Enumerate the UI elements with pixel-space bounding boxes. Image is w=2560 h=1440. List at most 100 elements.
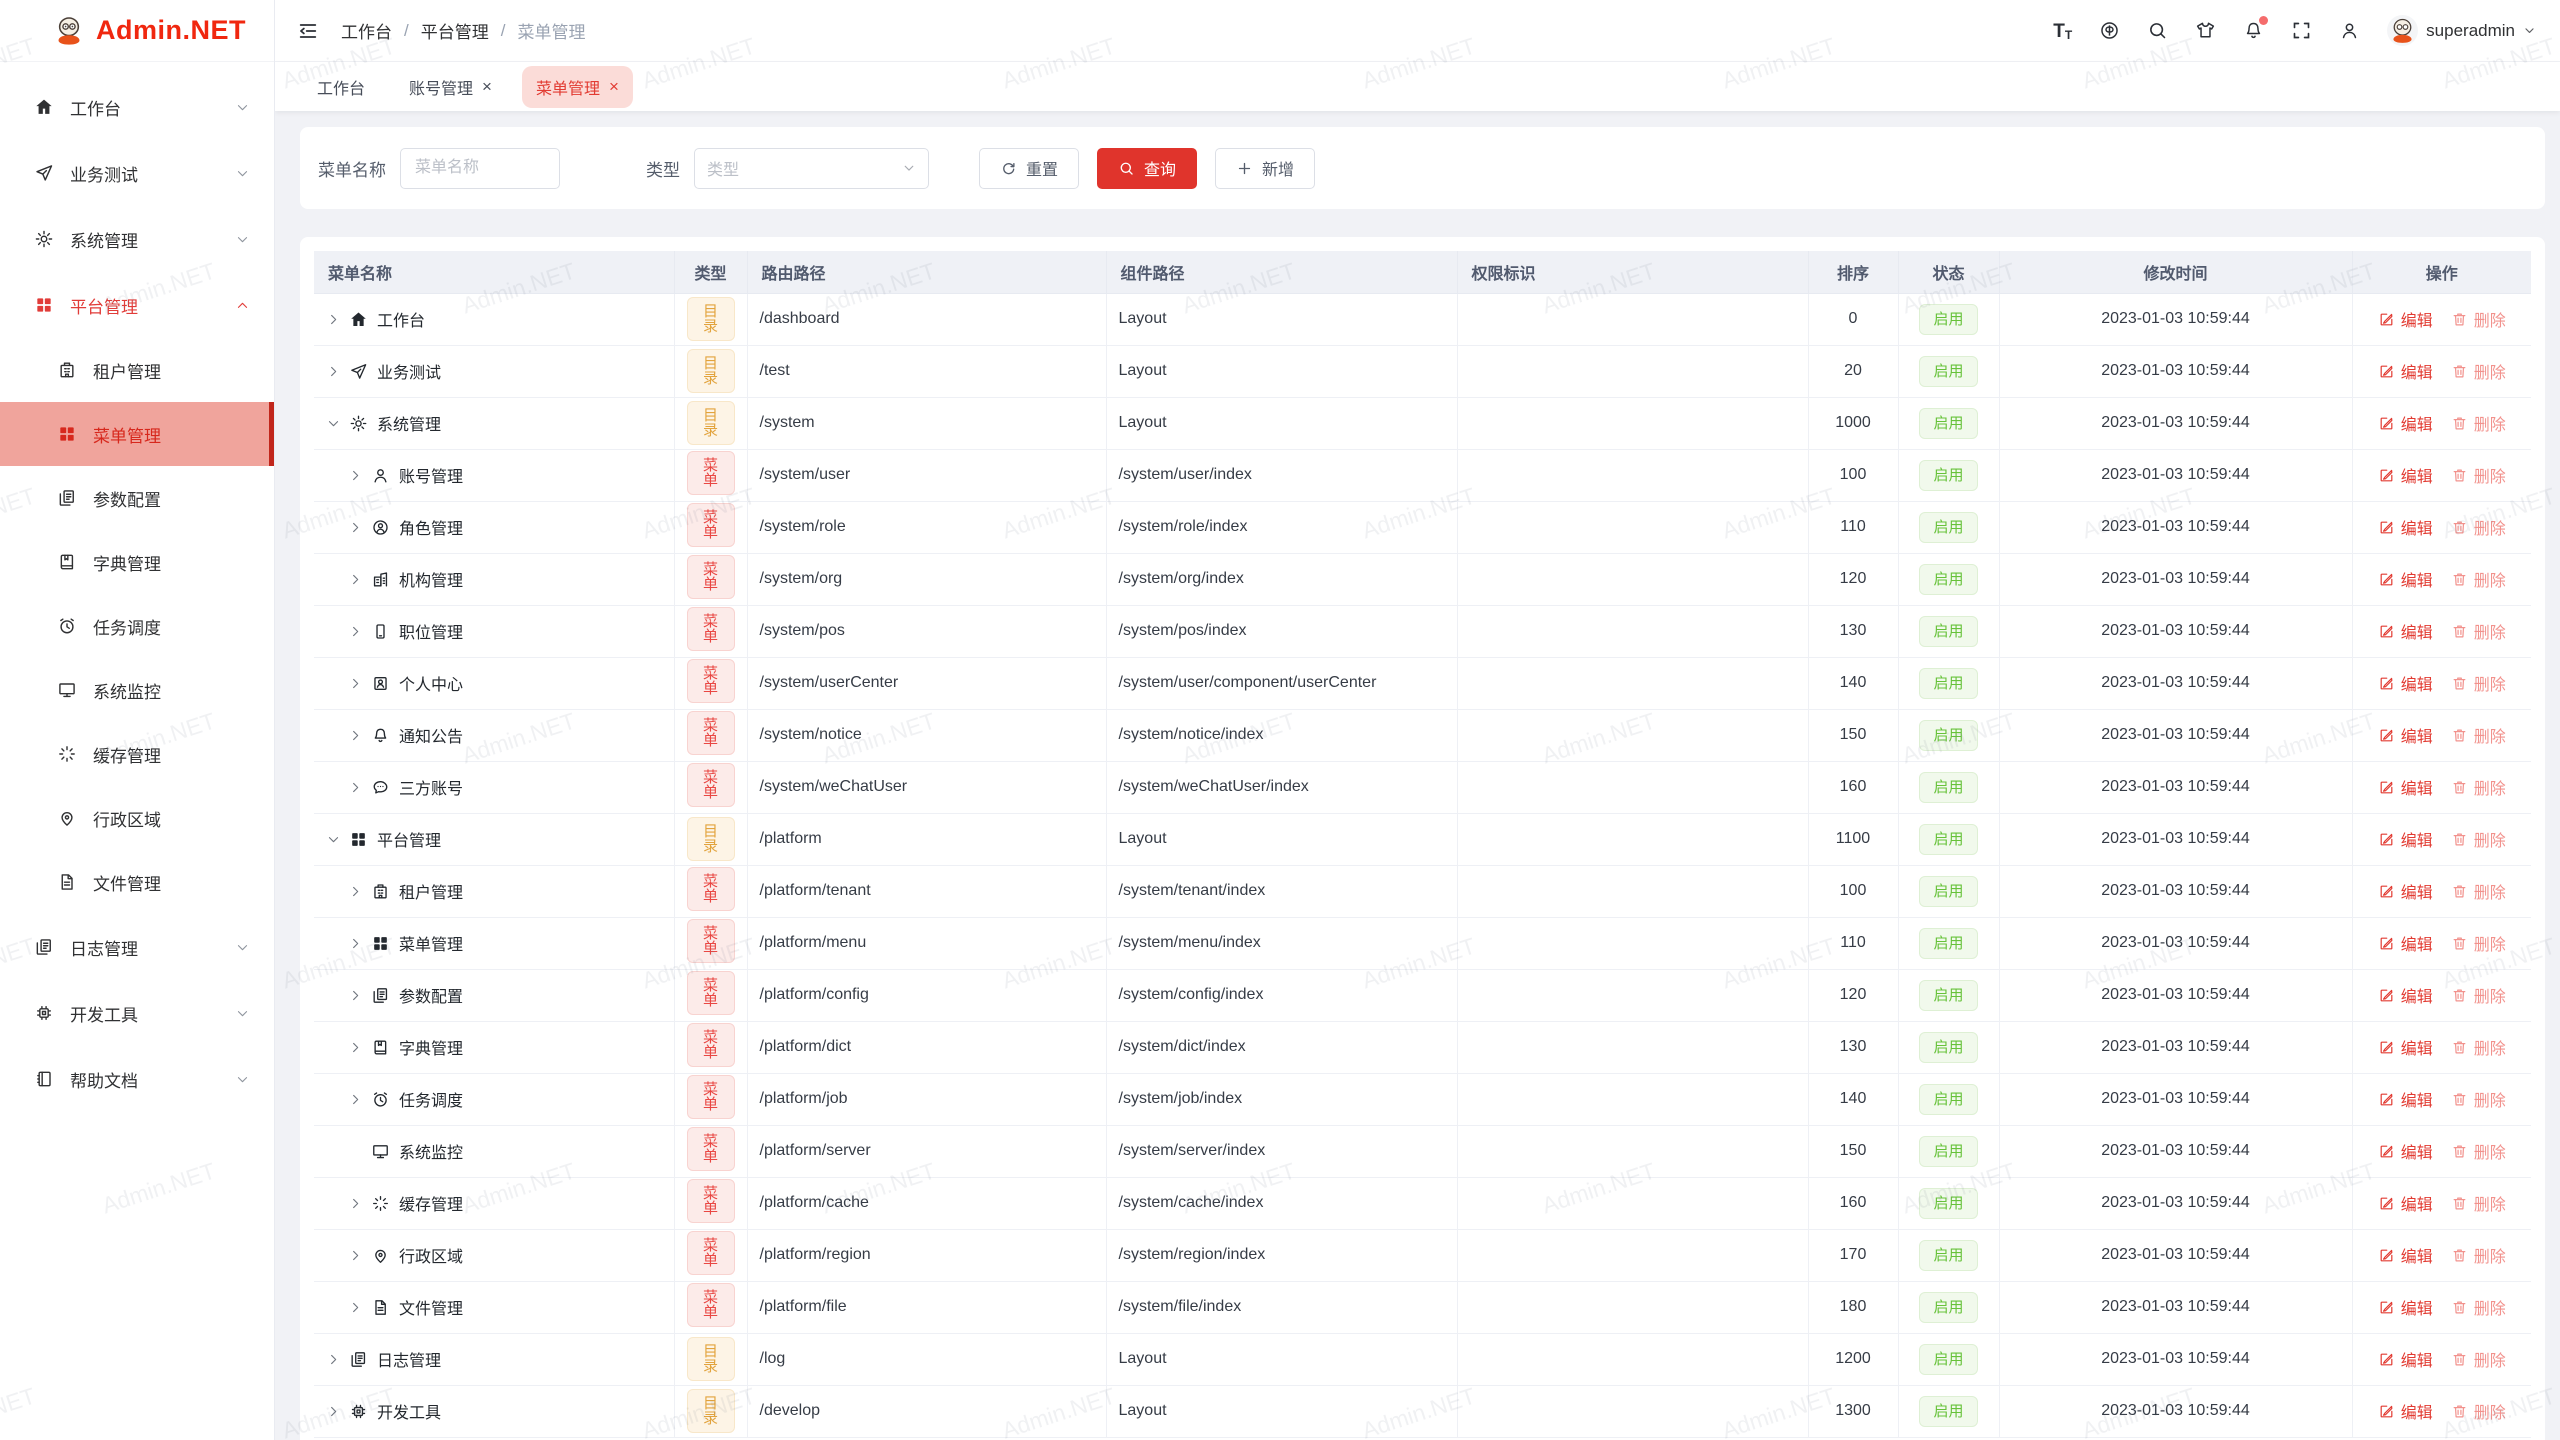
user-menu[interactable]: superadmin xyxy=(2387,15,2536,46)
delete-button[interactable]: 删除 xyxy=(2451,1347,2506,1371)
edit-button[interactable]: 编辑 xyxy=(2378,1139,2433,1163)
close-icon[interactable]: × xyxy=(482,78,492,95)
sidebar-item-dev-tools[interactable]: 开发工具 xyxy=(0,980,274,1046)
expand-arrow-icon[interactable] xyxy=(348,572,363,587)
expand-arrow-icon[interactable] xyxy=(348,468,363,483)
delete-button[interactable]: 删除 xyxy=(2451,463,2506,487)
delete-button[interactable]: 删除 xyxy=(2451,515,2506,539)
delete-button[interactable]: 删除 xyxy=(2451,879,2506,903)
edit-button[interactable]: 编辑 xyxy=(2378,515,2433,539)
edit-button[interactable]: 编辑 xyxy=(2378,619,2433,643)
edit-button[interactable]: 编辑 xyxy=(2378,879,2433,903)
query-button[interactable]: 查询 xyxy=(1097,148,1197,189)
edit-button[interactable]: 编辑 xyxy=(2378,307,2433,331)
expand-arrow-icon[interactable] xyxy=(326,312,341,327)
sidebar-item-help-docs[interactable]: 帮助文档 xyxy=(0,1046,274,1112)
expand-arrow-icon[interactable] xyxy=(348,624,363,639)
edit-button[interactable]: 编辑 xyxy=(2378,1347,2433,1371)
menu-name-input[interactable] xyxy=(400,148,560,189)
expand-arrow-icon[interactable] xyxy=(348,780,363,795)
delete-button[interactable]: 删除 xyxy=(2451,1295,2506,1319)
delete-button[interactable]: 删除 xyxy=(2451,775,2506,799)
fullscreen-icon[interactable] xyxy=(2291,20,2312,41)
delete-button[interactable]: 删除 xyxy=(2451,567,2506,591)
tab-menu-mgmt[interactable]: 菜单管理× xyxy=(522,66,633,108)
language-icon[interactable] xyxy=(2099,20,2120,41)
edit-button[interactable]: 编辑 xyxy=(2378,775,2433,799)
edit-button[interactable]: 编辑 xyxy=(2378,567,2433,591)
delete-button[interactable]: 删除 xyxy=(2451,671,2506,695)
collapse-arrow-icon[interactable] xyxy=(326,832,341,847)
edit-button[interactable]: 编辑 xyxy=(2378,1035,2433,1059)
edit-button[interactable]: 编辑 xyxy=(2378,463,2433,487)
expand-arrow-icon[interactable] xyxy=(348,1300,363,1315)
delete-button[interactable]: 删除 xyxy=(2451,359,2506,383)
sidebar-item-workbench[interactable]: 工作台 xyxy=(0,74,274,140)
sidebar-item-file-mgmt[interactable]: 文件管理 xyxy=(0,850,274,914)
expand-arrow-icon[interactable] xyxy=(348,728,363,743)
expand-arrow-icon[interactable] xyxy=(348,1196,363,1211)
expand-arrow-icon[interactable] xyxy=(326,364,341,379)
sidebar-item-dict-mgmt[interactable]: 字典管理 xyxy=(0,530,274,594)
edit-button[interactable]: 编辑 xyxy=(2378,1191,2433,1215)
sidebar-item-menu-mgmt[interactable]: 菜单管理 xyxy=(0,402,274,466)
sidebar-item-param-config[interactable]: 参数配置 xyxy=(0,466,274,530)
edit-button[interactable]: 编辑 xyxy=(2378,931,2433,955)
menu-fold-icon[interactable] xyxy=(297,20,319,42)
edit-button[interactable]: 编辑 xyxy=(2378,827,2433,851)
tab-account-mgmt[interactable]: 账号管理× xyxy=(395,66,506,108)
delete-button[interactable]: 删除 xyxy=(2451,983,2506,1007)
sidebar-item-platform-mgmt[interactable]: 平台管理 xyxy=(0,272,274,338)
delete-button[interactable]: 删除 xyxy=(2451,931,2506,955)
delete-button[interactable]: 删除 xyxy=(2451,307,2506,331)
sidebar-item-cache-mgmt[interactable]: 缓存管理 xyxy=(0,722,274,786)
add-button[interactable]: 新增 xyxy=(1215,148,1315,189)
profile-icon[interactable] xyxy=(2339,20,2360,41)
edit-button[interactable]: 编辑 xyxy=(2378,1399,2433,1423)
edit-button[interactable]: 编辑 xyxy=(2378,723,2433,747)
expand-arrow-icon[interactable] xyxy=(348,936,363,951)
search-icon[interactable] xyxy=(2147,20,2168,41)
expand-arrow-icon[interactable] xyxy=(348,988,363,1003)
delete-button[interactable]: 删除 xyxy=(2451,827,2506,851)
delete-button[interactable]: 删除 xyxy=(2451,1087,2506,1111)
breadcrumb-item[interactable]: 工作台 xyxy=(341,18,392,43)
sidebar-item-log-mgmt[interactable]: 日志管理 xyxy=(0,914,274,980)
expand-arrow-icon[interactable] xyxy=(348,520,363,535)
delete-button[interactable]: 删除 xyxy=(2451,1399,2506,1423)
expand-arrow-icon[interactable] xyxy=(326,1404,341,1419)
reset-button[interactable]: 重置 xyxy=(979,148,1079,189)
expand-arrow-icon[interactable] xyxy=(348,884,363,899)
edit-button[interactable]: 编辑 xyxy=(2378,1295,2433,1319)
delete-button[interactable]: 删除 xyxy=(2451,723,2506,747)
type-select[interactable]: 类型 xyxy=(694,148,929,189)
delete-button[interactable]: 删除 xyxy=(2451,1035,2506,1059)
expand-arrow-icon[interactable] xyxy=(348,676,363,691)
expand-arrow-icon[interactable] xyxy=(348,1248,363,1263)
sidebar-item-system-monitor[interactable]: 系统监控 xyxy=(0,658,274,722)
edit-button[interactable]: 编辑 xyxy=(2378,1243,2433,1267)
sidebar-item-system-mgmt[interactable]: 系统管理 xyxy=(0,206,274,272)
sidebar-item-tenant-mgmt[interactable]: 租户管理 xyxy=(0,338,274,402)
expand-arrow-icon[interactable] xyxy=(326,1352,341,1367)
sidebar-item-job-schedule[interactable]: 任务调度 xyxy=(0,594,274,658)
delete-button[interactable]: 删除 xyxy=(2451,1243,2506,1267)
delete-button[interactable]: 删除 xyxy=(2451,1191,2506,1215)
edit-button[interactable]: 编辑 xyxy=(2378,671,2433,695)
edit-button[interactable]: 编辑 xyxy=(2378,1087,2433,1111)
delete-button[interactable]: 删除 xyxy=(2451,1139,2506,1163)
edit-button[interactable]: 编辑 xyxy=(2378,983,2433,1007)
font-size-icon[interactable]: TT xyxy=(2053,20,2072,41)
edit-button[interactable]: 编辑 xyxy=(2378,359,2433,383)
notification-bell-icon[interactable] xyxy=(2243,20,2264,41)
expand-arrow-icon[interactable] xyxy=(348,1092,363,1107)
theme-icon[interactable] xyxy=(2195,20,2216,41)
tab-workbench[interactable]: 工作台 xyxy=(303,66,379,108)
delete-button[interactable]: 删除 xyxy=(2451,411,2506,435)
collapse-arrow-icon[interactable] xyxy=(326,416,341,431)
expand-arrow-icon[interactable] xyxy=(348,1040,363,1055)
breadcrumb-item[interactable]: 平台管理 xyxy=(421,18,489,43)
delete-button[interactable]: 删除 xyxy=(2451,619,2506,643)
sidebar-item-business-test[interactable]: 业务测试 xyxy=(0,140,274,206)
edit-button[interactable]: 编辑 xyxy=(2378,411,2433,435)
